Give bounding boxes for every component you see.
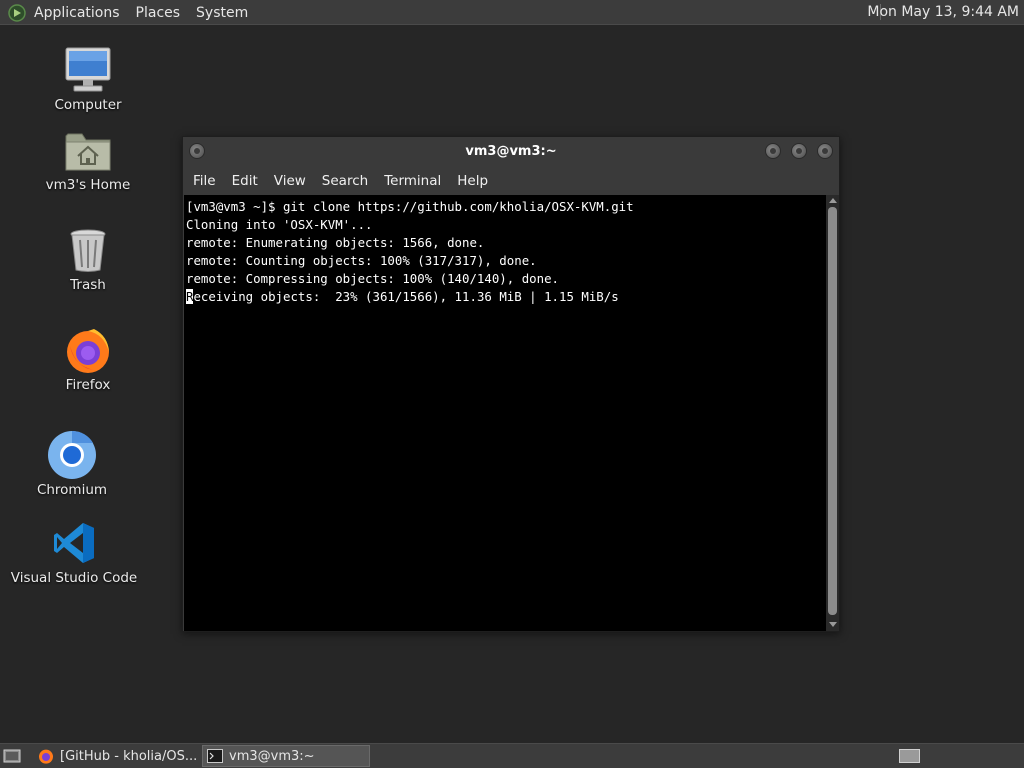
desktop-icon-label: Chromium <box>36 482 108 498</box>
window-title: vm3@vm3:~ <box>465 144 557 159</box>
menu-view[interactable]: View <box>274 173 306 189</box>
clock[interactable]: Mon May 13, 9:44 AM <box>867 0 1019 25</box>
desktop-icon-computer[interactable]: Computer <box>23 45 153 113</box>
terminal-line: [vm3@vm3 ~]$ git clone https://github.co… <box>186 199 634 214</box>
home-folder-icon <box>65 133 111 171</box>
desktop-icon-label: Trash <box>70 277 106 293</box>
desktop-icon-vscode[interactable]: Visual Studio Code <box>9 518 139 586</box>
bottom-panel: [GitHub - kholia/OS... vm3@vm3:~ <box>0 743 1024 768</box>
vscode-icon <box>54 523 94 563</box>
menu-places[interactable]: Places <box>136 5 181 21</box>
desktop-icon-label: Visual Studio Code <box>10 570 138 586</box>
top-panel: Applications Places System Mon May 13, 9… <box>0 0 1024 25</box>
desktop-icon-label: Firefox <box>65 377 111 393</box>
desktop-icon-chromium[interactable]: Chromium <box>7 430 137 498</box>
show-desktop-icon[interactable] <box>3 748 21 764</box>
terminal-scrollbar[interactable] <box>826 195 839 631</box>
minimize-button[interactable] <box>765 143 781 159</box>
firefox-icon <box>67 329 109 373</box>
taskbar-item-label: [GitHub - kholia/OS... <box>60 748 198 764</box>
menu-applications[interactable]: Applications <box>34 5 120 21</box>
desktop-icon-trash[interactable]: Trash <box>23 225 153 293</box>
terminal-icon <box>207 749 223 763</box>
scroll-up-arrow-icon[interactable] <box>829 198 837 203</box>
menu-system[interactable]: System <box>196 5 248 21</box>
terminal-line: Cloning into 'OSX-KVM'... <box>186 217 373 232</box>
trash-icon <box>70 229 106 272</box>
terminal-titlebar[interactable]: vm3@vm3:~ <box>183 137 839 167</box>
terminal-line: remote: Compressing objects: 100% (140/1… <box>186 271 559 286</box>
desktop-icon-home[interactable]: vm3's Home <box>23 125 153 193</box>
top-panel-menus: Applications Places System <box>8 0 264 25</box>
taskbar-item-firefox[interactable]: [GitHub - kholia/OS... <box>34 745 200 767</box>
terminal-window[interactable]: vm3@vm3:~ File Edit View Search Terminal… <box>182 136 840 632</box>
menu-edit[interactable]: Edit <box>232 173 258 189</box>
desktop-icon-label: vm3's Home <box>45 177 131 193</box>
menu-search[interactable]: Search <box>322 173 368 189</box>
computer-icon <box>65 47 111 92</box>
desktop-icon-firefox[interactable]: Firefox <box>23 325 153 393</box>
taskbar-item-terminal[interactable]: vm3@vm3:~ <box>202 745 370 767</box>
scroll-down-arrow-icon[interactable] <box>829 622 837 627</box>
workspace-switcher[interactable] <box>899 749 920 763</box>
applications-logo-icon[interactable] <box>8 3 26 22</box>
close-button[interactable] <box>817 143 833 159</box>
menu-file[interactable]: File <box>193 173 216 189</box>
menu-terminal[interactable]: Terminal <box>384 173 441 189</box>
taskbar-item-label: vm3@vm3:~ <box>229 748 315 764</box>
terminal-output[interactable]: [vm3@vm3 ~]$ git clone https://github.co… <box>184 195 826 631</box>
terminal-menubar: File Edit View Search Terminal Help <box>183 167 839 195</box>
terminal-progress-line: Receiving objects: 23% (361/1566), 11.36… <box>186 288 826 306</box>
chromium-icon <box>48 430 96 479</box>
scroll-thumb[interactable] <box>828 207 837 615</box>
menu-help[interactable]: Help <box>457 173 488 189</box>
maximize-button[interactable] <box>791 143 807 159</box>
terminal-line: remote: Counting objects: 100% (317/317)… <box>186 253 537 268</box>
terminal-line: remote: Enumerating objects: 1566, done. <box>186 235 485 250</box>
firefox-icon <box>39 749 53 764</box>
terminal-progress-text: eceiving objects: 23% (361/1566), 11.36 … <box>193 289 619 304</box>
desktop-icon-label: Computer <box>54 97 122 113</box>
